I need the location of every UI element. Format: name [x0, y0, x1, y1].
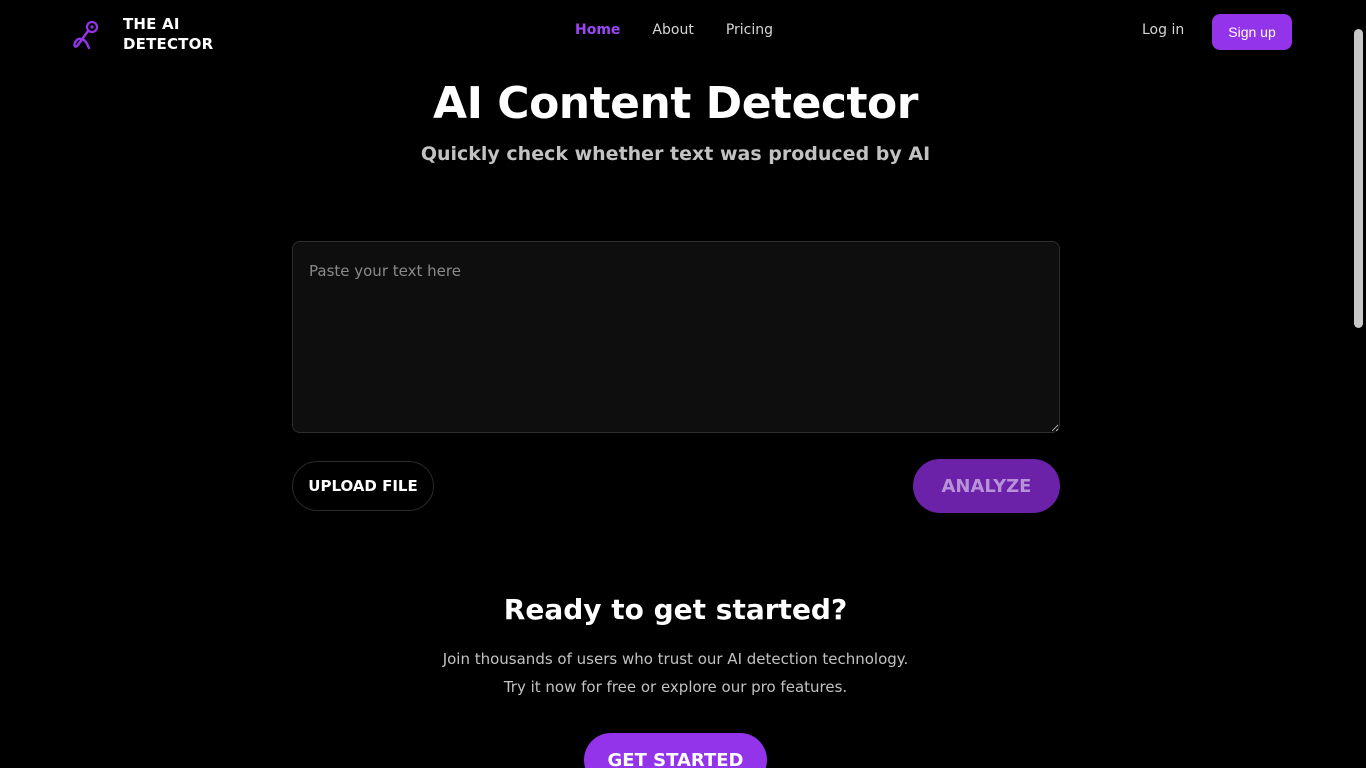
upload-file-button[interactable]: UPLOAD FILE — [292, 461, 434, 511]
nav-about-link[interactable]: About — [652, 22, 693, 38]
cta-description-line: Join thousands of users who trust our AI… — [442, 650, 909, 668]
signup-button[interactable]: Sign up — [1212, 14, 1292, 50]
text-input[interactable] — [292, 241, 1060, 433]
nav-home-link[interactable]: Home — [575, 22, 620, 38]
nav-pricing-link[interactable]: Pricing — [726, 22, 773, 38]
main-nav: Home About Pricing — [575, 22, 773, 38]
magnifier-logo-icon — [72, 17, 102, 51]
page-title: AI Content Detector — [433, 78, 918, 129]
page-scrollbar[interactable] — [1351, 0, 1366, 768]
cta-description-line: Try it now for free or explore our pro f… — [503, 678, 848, 696]
login-link[interactable]: Log in — [1142, 22, 1184, 38]
cta-title: Ready to get started? — [503, 593, 848, 626]
scrollbar-thumb[interactable] — [1354, 29, 1363, 328]
site-header: THE AI DETECTOR Home About Pricing Log i… — [0, 0, 1351, 64]
analyze-button[interactable]: ANALYZE — [913, 459, 1060, 513]
brand-name: THE AI DETECTOR — [123, 15, 214, 53]
page-subtitle: Quickly check whether text was produced … — [420, 143, 931, 165]
page: THE AI DETECTOR Home About Pricing Log i… — [0, 0, 1366, 768]
get-started-button[interactable]: GET STARTED — [584, 733, 767, 768]
brand-logo-link[interactable]: THE AI DETECTOR — [72, 14, 223, 54]
